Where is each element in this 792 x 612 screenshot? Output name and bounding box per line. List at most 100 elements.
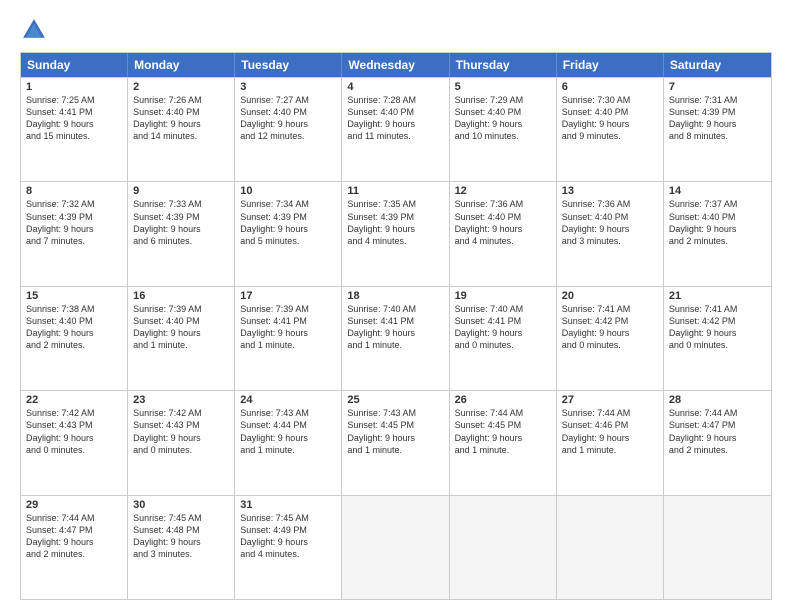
day-number: 30 xyxy=(133,499,229,511)
calendar-header-cell: Tuesday xyxy=(235,53,342,77)
day-details: Sunrise: 7:39 AMSunset: 4:40 PMDaylight:… xyxy=(133,303,229,352)
calendar-header: SundayMondayTuesdayWednesdayThursdayFrid… xyxy=(21,53,771,77)
day-number: 29 xyxy=(26,499,122,511)
day-details: Sunrise: 7:25 AMSunset: 4:41 PMDaylight:… xyxy=(26,94,122,143)
calendar-cell: 8Sunrise: 7:32 AMSunset: 4:39 PMDaylight… xyxy=(21,182,128,285)
day-number: 23 xyxy=(133,394,229,406)
day-number: 10 xyxy=(240,185,336,197)
day-number: 22 xyxy=(26,394,122,406)
day-number: 9 xyxy=(133,185,229,197)
calendar-week: 22Sunrise: 7:42 AMSunset: 4:43 PMDayligh… xyxy=(21,390,771,494)
day-details: Sunrise: 7:41 AMSunset: 4:42 PMDaylight:… xyxy=(669,303,766,352)
calendar-cell: 6Sunrise: 7:30 AMSunset: 4:40 PMDaylight… xyxy=(557,78,664,181)
day-number: 31 xyxy=(240,499,336,511)
day-number: 5 xyxy=(455,81,551,93)
calendar-cell: 11Sunrise: 7:35 AMSunset: 4:39 PMDayligh… xyxy=(342,182,449,285)
calendar-cell: 17Sunrise: 7:39 AMSunset: 4:41 PMDayligh… xyxy=(235,287,342,390)
calendar-cell-empty xyxy=(664,496,771,599)
header xyxy=(20,16,772,44)
day-number: 13 xyxy=(562,185,658,197)
calendar-week: 15Sunrise: 7:38 AMSunset: 4:40 PMDayligh… xyxy=(21,286,771,390)
day-number: 27 xyxy=(562,394,658,406)
day-details: Sunrise: 7:42 AMSunset: 4:43 PMDaylight:… xyxy=(133,407,229,456)
calendar-cell: 4Sunrise: 7:28 AMSunset: 4:40 PMDaylight… xyxy=(342,78,449,181)
calendar-header-cell: Friday xyxy=(557,53,664,77)
calendar-cell: 10Sunrise: 7:34 AMSunset: 4:39 PMDayligh… xyxy=(235,182,342,285)
calendar-cell: 7Sunrise: 7:31 AMSunset: 4:39 PMDaylight… xyxy=(664,78,771,181)
day-details: Sunrise: 7:43 AMSunset: 4:44 PMDaylight:… xyxy=(240,407,336,456)
calendar-cell: 26Sunrise: 7:44 AMSunset: 4:45 PMDayligh… xyxy=(450,391,557,494)
day-number: 7 xyxy=(669,81,766,93)
day-number: 20 xyxy=(562,290,658,302)
calendar-cell: 20Sunrise: 7:41 AMSunset: 4:42 PMDayligh… xyxy=(557,287,664,390)
day-number: 25 xyxy=(347,394,443,406)
day-details: Sunrise: 7:38 AMSunset: 4:40 PMDaylight:… xyxy=(26,303,122,352)
calendar-cell: 9Sunrise: 7:33 AMSunset: 4:39 PMDaylight… xyxy=(128,182,235,285)
calendar-cell: 3Sunrise: 7:27 AMSunset: 4:40 PMDaylight… xyxy=(235,78,342,181)
day-number: 2 xyxy=(133,81,229,93)
calendar-cell: 29Sunrise: 7:44 AMSunset: 4:47 PMDayligh… xyxy=(21,496,128,599)
day-details: Sunrise: 7:35 AMSunset: 4:39 PMDaylight:… xyxy=(347,198,443,247)
day-details: Sunrise: 7:44 AMSunset: 4:46 PMDaylight:… xyxy=(562,407,658,456)
day-details: Sunrise: 7:42 AMSunset: 4:43 PMDaylight:… xyxy=(26,407,122,456)
calendar-cell: 21Sunrise: 7:41 AMSunset: 4:42 PMDayligh… xyxy=(664,287,771,390)
day-details: Sunrise: 7:40 AMSunset: 4:41 PMDaylight:… xyxy=(455,303,551,352)
calendar-cell: 14Sunrise: 7:37 AMSunset: 4:40 PMDayligh… xyxy=(664,182,771,285)
day-details: Sunrise: 7:36 AMSunset: 4:40 PMDaylight:… xyxy=(455,198,551,247)
calendar-cell: 2Sunrise: 7:26 AMSunset: 4:40 PMDaylight… xyxy=(128,78,235,181)
day-number: 17 xyxy=(240,290,336,302)
calendar-cell: 22Sunrise: 7:42 AMSunset: 4:43 PMDayligh… xyxy=(21,391,128,494)
page: SundayMondayTuesdayWednesdayThursdayFrid… xyxy=(0,0,792,612)
day-details: Sunrise: 7:29 AMSunset: 4:40 PMDaylight:… xyxy=(455,94,551,143)
day-number: 8 xyxy=(26,185,122,197)
day-details: Sunrise: 7:41 AMSunset: 4:42 PMDaylight:… xyxy=(562,303,658,352)
day-number: 15 xyxy=(26,290,122,302)
day-number: 21 xyxy=(669,290,766,302)
logo-icon xyxy=(20,16,48,44)
calendar-cell: 30Sunrise: 7:45 AMSunset: 4:48 PMDayligh… xyxy=(128,496,235,599)
day-number: 28 xyxy=(669,394,766,406)
day-number: 16 xyxy=(133,290,229,302)
day-number: 6 xyxy=(562,81,658,93)
day-number: 19 xyxy=(455,290,551,302)
day-details: Sunrise: 7:45 AMSunset: 4:48 PMDaylight:… xyxy=(133,512,229,561)
day-number: 3 xyxy=(240,81,336,93)
calendar-header-cell: Monday xyxy=(128,53,235,77)
day-number: 11 xyxy=(347,185,443,197)
day-number: 1 xyxy=(26,81,122,93)
calendar-cell: 19Sunrise: 7:40 AMSunset: 4:41 PMDayligh… xyxy=(450,287,557,390)
calendar-cell-empty xyxy=(342,496,449,599)
logo xyxy=(20,16,52,44)
calendar-cell: 18Sunrise: 7:40 AMSunset: 4:41 PMDayligh… xyxy=(342,287,449,390)
day-details: Sunrise: 7:31 AMSunset: 4:39 PMDaylight:… xyxy=(669,94,766,143)
day-details: Sunrise: 7:28 AMSunset: 4:40 PMDaylight:… xyxy=(347,94,443,143)
calendar: SundayMondayTuesdayWednesdayThursdayFrid… xyxy=(20,52,772,600)
calendar-cell: 16Sunrise: 7:39 AMSunset: 4:40 PMDayligh… xyxy=(128,287,235,390)
calendar-cell: 28Sunrise: 7:44 AMSunset: 4:47 PMDayligh… xyxy=(664,391,771,494)
calendar-header-cell: Sunday xyxy=(21,53,128,77)
day-details: Sunrise: 7:34 AMSunset: 4:39 PMDaylight:… xyxy=(240,198,336,247)
calendar-cell: 24Sunrise: 7:43 AMSunset: 4:44 PMDayligh… xyxy=(235,391,342,494)
calendar-header-cell: Thursday xyxy=(450,53,557,77)
day-number: 24 xyxy=(240,394,336,406)
day-number: 26 xyxy=(455,394,551,406)
calendar-cell: 27Sunrise: 7:44 AMSunset: 4:46 PMDayligh… xyxy=(557,391,664,494)
day-details: Sunrise: 7:40 AMSunset: 4:41 PMDaylight:… xyxy=(347,303,443,352)
calendar-cell: 31Sunrise: 7:45 AMSunset: 4:49 PMDayligh… xyxy=(235,496,342,599)
day-details: Sunrise: 7:44 AMSunset: 4:47 PMDaylight:… xyxy=(669,407,766,456)
calendar-cell: 1Sunrise: 7:25 AMSunset: 4:41 PMDaylight… xyxy=(21,78,128,181)
day-details: Sunrise: 7:27 AMSunset: 4:40 PMDaylight:… xyxy=(240,94,336,143)
day-details: Sunrise: 7:30 AMSunset: 4:40 PMDaylight:… xyxy=(562,94,658,143)
day-number: 18 xyxy=(347,290,443,302)
calendar-cell: 5Sunrise: 7:29 AMSunset: 4:40 PMDaylight… xyxy=(450,78,557,181)
day-details: Sunrise: 7:44 AMSunset: 4:47 PMDaylight:… xyxy=(26,512,122,561)
day-details: Sunrise: 7:26 AMSunset: 4:40 PMDaylight:… xyxy=(133,94,229,143)
day-number: 12 xyxy=(455,185,551,197)
calendar-cell-empty xyxy=(557,496,664,599)
day-number: 14 xyxy=(669,185,766,197)
calendar-header-cell: Saturday xyxy=(664,53,771,77)
day-details: Sunrise: 7:32 AMSunset: 4:39 PMDaylight:… xyxy=(26,198,122,247)
calendar-cell: 13Sunrise: 7:36 AMSunset: 4:40 PMDayligh… xyxy=(557,182,664,285)
calendar-cell-empty xyxy=(450,496,557,599)
day-details: Sunrise: 7:44 AMSunset: 4:45 PMDaylight:… xyxy=(455,407,551,456)
